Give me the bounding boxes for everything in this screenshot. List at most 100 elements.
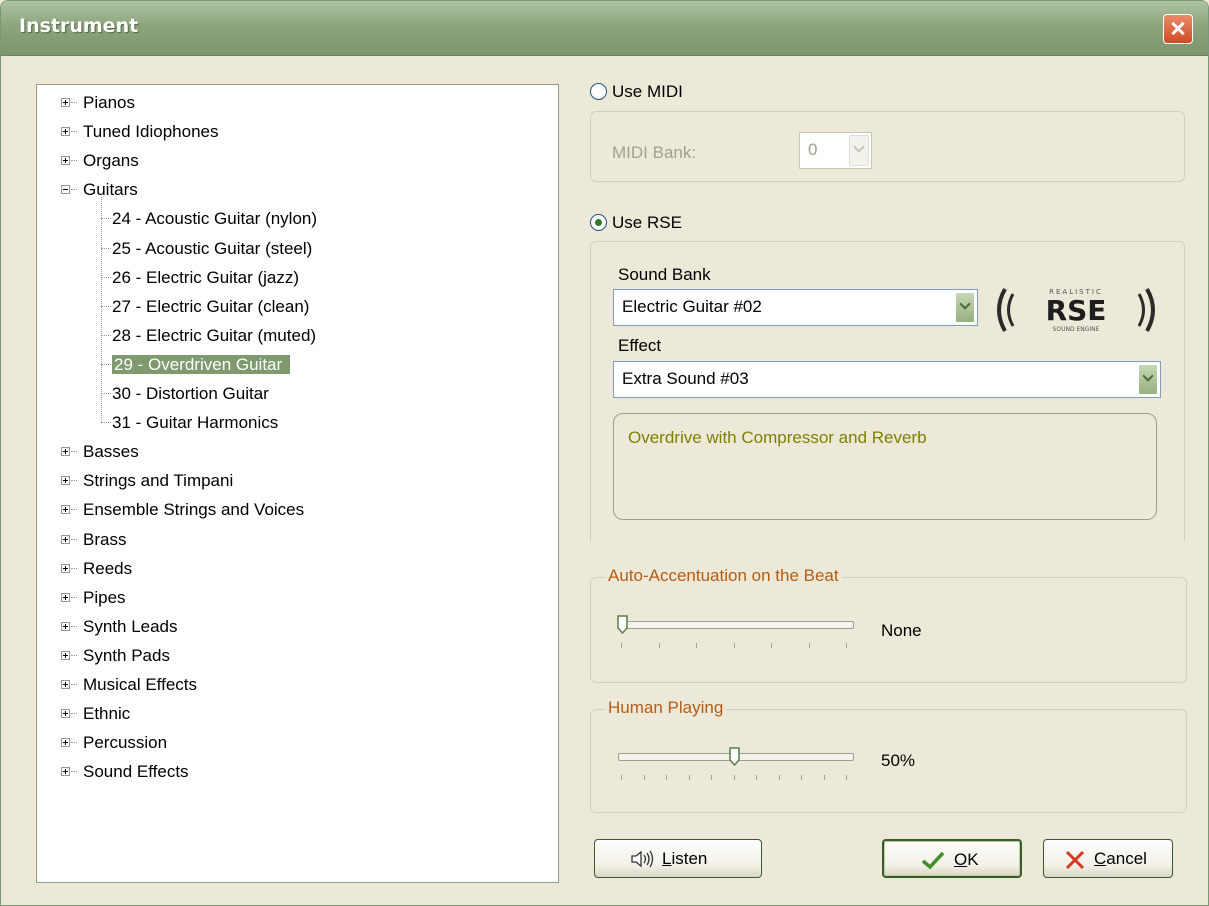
- tree-category[interactable]: Musical Effects: [61, 672, 197, 697]
- tree-instrument[interactable]: 31 - Guitar Harmonics: [101, 410, 278, 435]
- rse-logo: REALISTIC RSE SOUND ENGINE: [991, 281, 1161, 339]
- human-playing-value: 50%: [881, 751, 916, 770]
- tree-item-label: Pipes: [83, 587, 126, 607]
- tree-category[interactable]: Pipes: [61, 585, 126, 610]
- expand-icon[interactable]: [61, 621, 70, 631]
- effect-description: Overdrive with Compressor and Reverb: [628, 428, 927, 447]
- use-midi-radio[interactable]: [590, 83, 607, 100]
- expand-icon[interactable]: [61, 534, 70, 544]
- tree-instrument[interactable]: 29 - Overdriven Guitar: [101, 352, 291, 377]
- ok-button-label: OK: [954, 850, 979, 869]
- expand-icon[interactable]: [61, 127, 70, 137]
- cancel-button[interactable]: Cancel: [1043, 839, 1173, 878]
- midi-bank-select[interactable]: 0: [799, 132, 872, 169]
- tree-instrument[interactable]: 28 - Electric Guitar (muted): [101, 323, 316, 348]
- tree-item-label: 30 - Distortion Guitar: [112, 384, 269, 403]
- tree-category[interactable]: Sound Effects: [61, 759, 189, 784]
- use-rse-radio[interactable]: [590, 214, 607, 231]
- chevron-down-icon[interactable]: [955, 292, 975, 323]
- midi-bank-value: 0: [808, 140, 818, 159]
- tree-item-label: Tuned Idiophones: [83, 122, 219, 142]
- tree-category[interactable]: Synth Pads: [61, 643, 170, 668]
- speaker-icon: [630, 849, 656, 874]
- expand-icon[interactable]: [61, 767, 70, 777]
- effect-value: Extra Sound #03: [622, 369, 749, 388]
- expand-icon[interactable]: [61, 447, 70, 457]
- slider-tick: [658, 643, 660, 648]
- expand-icon[interactable]: [61, 709, 70, 719]
- expand-icon[interactable]: [61, 680, 70, 689]
- tree-item-label: 25 - Acoustic Guitar (steel): [112, 238, 313, 258]
- sound-bank-select[interactable]: Electric Guitar #02: [613, 289, 978, 326]
- tree-category[interactable]: Tuned Idiophones: [61, 119, 218, 144]
- collapse-icon[interactable]: [61, 185, 70, 195]
- tree-item-label: Synth Leads: [83, 616, 178, 636]
- expand-icon[interactable]: [61, 738, 70, 748]
- slider-tick: [801, 775, 802, 780]
- window-title: Instrument: [19, 15, 139, 37]
- use-rse-label[interactable]: Use RSE: [612, 213, 682, 233]
- tree-category[interactable]: Strings and Timpani: [61, 468, 233, 493]
- close-button[interactable]: [1163, 14, 1193, 44]
- tree-instrument[interactable]: 25 - Acoustic Guitar (steel): [101, 236, 313, 261]
- expand-icon[interactable]: [61, 156, 70, 166]
- tree-category[interactable]: Brass: [61, 527, 126, 552]
- human-playing-slider-thumb[interactable]: [728, 747, 740, 767]
- tree-item-label: Reeds: [83, 558, 133, 578]
- tree-category[interactable]: Percussion: [61, 730, 167, 755]
- slider-tick: [666, 775, 667, 780]
- tree-item-label-selected: 29 - Overdriven Guitar: [112, 354, 291, 374]
- slider-tick: [808, 643, 810, 648]
- tree-instrument[interactable]: 26 - Electric Guitar (jazz): [101, 265, 300, 290]
- tree-category[interactable]: Synth Leads: [61, 614, 178, 639]
- slider-tick: [823, 775, 825, 780]
- tree-item-label: Strings and Timpani: [83, 471, 234, 491]
- slider-tick: [688, 775, 690, 780]
- tree-instrument[interactable]: 30 - Distortion Guitar: [101, 381, 269, 406]
- ok-button[interactable]: OK: [882, 839, 1022, 878]
- use-midi-label[interactable]: Use MIDI: [612, 82, 683, 102]
- tree-category[interactable]: Reeds: [61, 556, 132, 581]
- effect-description-box: Overdrive with Compressor and Reverb: [613, 413, 1157, 520]
- chevron-down-icon[interactable]: [1138, 364, 1158, 395]
- expand-icon[interactable]: [61, 98, 70, 107]
- tree-item-label: Pianos: [83, 93, 135, 112]
- slider-tick: [756, 775, 757, 780]
- tree-item-label: Basses: [83, 442, 139, 462]
- slider-tick: [778, 775, 780, 780]
- tree-category[interactable]: Organs: [61, 148, 139, 173]
- instrument-tree[interactable]: Pianos Tuned Idiophones Organs Guitars 24 - …: [36, 84, 559, 883]
- slider-tick: [643, 775, 645, 780]
- tree-category[interactable]: Guitars: [61, 177, 138, 202]
- tree-item-label: 27 - Electric Guitar (clean): [112, 296, 310, 316]
- accentuation-slider-thumb[interactable]: [617, 615, 628, 635]
- tree-instrument[interactable]: 24 - Acoustic Guitar (nylon): [101, 206, 317, 231]
- effect-select[interactable]: Extra Sound #03: [613, 361, 1161, 398]
- tree-category[interactable]: Pianos: [61, 90, 135, 115]
- expand-icon[interactable]: [61, 476, 70, 486]
- accentuation-slider-track[interactable]: [618, 621, 854, 629]
- tree-item-label: Synth Pads: [83, 645, 170, 665]
- expand-icon[interactable]: [61, 650, 70, 660]
- slider-tick: [733, 643, 735, 648]
- tree-category[interactable]: Ethnic: [61, 701, 130, 726]
- tree-instrument[interactable]: 27 - Electric Guitar (clean): [101, 294, 310, 319]
- tree-category[interactable]: Ensemble Strings and Voices: [61, 497, 304, 522]
- expand-icon[interactable]: [61, 563, 70, 573]
- tree-item-label: Musical Effects: [83, 675, 198, 694]
- tree-item-label: Organs: [83, 151, 139, 171]
- expand-icon[interactable]: [61, 505, 70, 515]
- slider-tick: [846, 643, 847, 648]
- logo-main-text: RSE: [1046, 294, 1107, 327]
- expand-icon[interactable]: [61, 592, 70, 602]
- accentuation-value: None: [881, 621, 922, 640]
- tree-item-label: Guitars: [83, 180, 138, 200]
- title-bar[interactable]: Instrument: [1, 1, 1208, 56]
- sound-bank-value: Electric Guitar #02: [622, 297, 762, 316]
- tree-category[interactable]: Basses: [61, 439, 139, 464]
- listen-button[interactable]: Listen: [594, 839, 762, 878]
- chevron-down-icon[interactable]: [849, 135, 869, 166]
- tree-item-label: Sound Effects: [83, 762, 189, 782]
- tree-item-label: Brass: [83, 529, 127, 549]
- tree-item-label: 26 - Electric Guitar (jazz): [112, 267, 300, 287]
